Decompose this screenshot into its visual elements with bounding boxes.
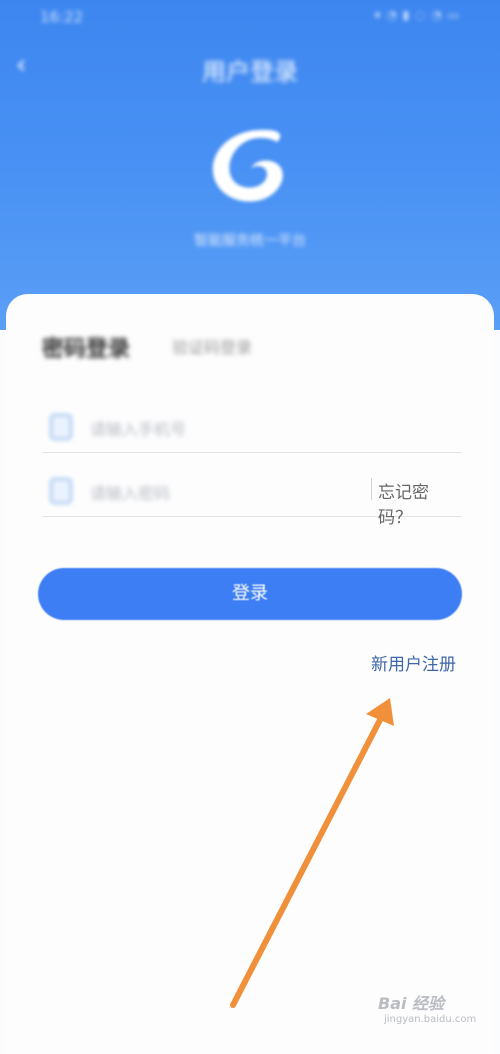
status-indicators: ▾ ◔ ▮ ◌ ◔ ▭ [374, 8, 460, 22]
phone-icon [50, 414, 72, 440]
status-time: 16:22 [40, 8, 84, 26]
phone-field[interactable]: 请输入手机号 [42, 402, 462, 453]
password-placeholder: 请输入密码 [90, 484, 171, 503]
field-divider [371, 478, 372, 500]
password-field[interactable]: 请输入密码 忘记密码？ [42, 466, 462, 528]
tab-password-login[interactable]: 密码登录 [42, 331, 130, 363]
page-title: 用户登录 [202, 58, 298, 86]
lock-icon [50, 478, 72, 504]
watermark-brand: Bai 经验 [378, 994, 445, 1013]
watermark-url: jingyan.baidu.com [384, 1014, 477, 1025]
watermark: Bai 经验 jingyan.baidu.com [378, 990, 477, 1032]
login-button[interactable]: 登录 [38, 568, 462, 620]
register-link[interactable]: 新用户注册 [371, 650, 456, 675]
forgot-password-link[interactable]: 忘记密码？ [378, 478, 462, 528]
logo-caption: 智能服务统一平台 [194, 233, 306, 249]
login-card: 密码登录 验证码登录 请输入手机号 请输入密码 忘记密码？ 登录 新用户注册 [6, 294, 494, 1054]
header-banner: 16:22 ▾ ◔ ▮ ◌ ◔ ▭ ‹ 用户登录 智能服务统一平台 [0, 0, 500, 330]
status-bar: 16:22 ▾ ◔ ▮ ◌ ◔ ▭ [40, 8, 460, 28]
tab-code-login[interactable]: 验证码登录 [172, 334, 252, 358]
phone-placeholder: 请输入手机号 [90, 420, 187, 439]
app-logo-icon [212, 129, 283, 202]
